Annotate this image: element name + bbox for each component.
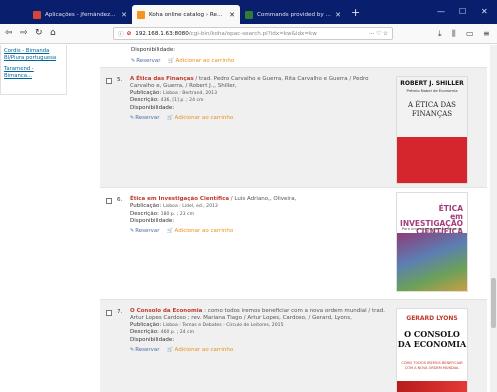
browser-nav-bar: ⇦ ⇨ ↻ ⌂ ⓘ ⊘ 192.168.1.63:8080 /cgi-bin/k… bbox=[0, 24, 497, 44]
maximize-icon[interactable]: ☐ bbox=[459, 7, 466, 16]
menu-icon[interactable]: ≡ bbox=[483, 29, 490, 38]
forward-icon[interactable]: ⇨ bbox=[20, 28, 28, 38]
reserve-icon: ✎ bbox=[130, 114, 135, 121]
record-checkbox[interactable] bbox=[106, 78, 112, 84]
minimize-icon[interactable]: — bbox=[437, 7, 445, 16]
book-cover[interactable]: GERARD LYONS O CONSOLO DA ECONOMIA COMO T… bbox=[396, 308, 468, 392]
new-tab-button[interactable]: + bbox=[351, 6, 360, 19]
cart-icon: 🛒 bbox=[168, 58, 175, 64]
page-content: Cordis - Bimanda Bl/Piura portuguesa Tar… bbox=[0, 45, 497, 392]
availability-label: Disponibilidade: bbox=[130, 337, 175, 344]
record-description: 180 p. ; 23 cm bbox=[160, 211, 195, 217]
gmail-icon bbox=[33, 10, 41, 19]
url-path: /cgi-bin/koha/opac-search.pl?idx=kw&idx=… bbox=[188, 30, 317, 37]
library-icon[interactable]: ⫼ bbox=[452, 29, 456, 39]
page-scrollbar[interactable] bbox=[490, 45, 497, 392]
availability-label: Disponibilidade: bbox=[131, 47, 176, 53]
facet-box: Cordis - Bimanda Bl/Piura portuguesa Tar… bbox=[0, 45, 67, 95]
result-record: 6. Ética em Investigação Científica / Lu… bbox=[100, 187, 487, 299]
record-responsibility: / Luis Adriano,, Oliveira, bbox=[229, 196, 297, 202]
page-actions-icon[interactable]: ··· ♡ ☆ bbox=[365, 31, 388, 37]
facet-link[interactable]: Bimanca... bbox=[4, 73, 63, 80]
reserve-icon: ✎ bbox=[130, 346, 135, 353]
close-icon[interactable]: ✕ bbox=[335, 11, 341, 19]
tab-title: Commands provided by the D... bbox=[257, 11, 332, 18]
add-to-cart-link[interactable]: 🛒Adicionar ao carrinho bbox=[167, 115, 233, 121]
cart-icon: 🛒 bbox=[167, 346, 174, 353]
record-description: 460 p. ; 24 cm bbox=[160, 330, 195, 336]
availability-label: Disponibilidade: bbox=[130, 105, 175, 112]
record-checkbox[interactable] bbox=[106, 310, 112, 316]
record-title-link[interactable]: Ética em Investigação Científica bbox=[130, 196, 229, 202]
browser-tab-bar: Aplicações - jfernández@iteuro... ✕ Koha… bbox=[0, 0, 497, 24]
availability-label: Disponibilidade: bbox=[130, 218, 175, 225]
reserve-link[interactable]: ✎Reservar bbox=[130, 228, 160, 234]
record-number: 6. bbox=[117, 197, 123, 203]
scrollbar-thumb[interactable] bbox=[491, 278, 496, 328]
reserve-icon: ✎ bbox=[130, 228, 135, 235]
close-window-icon[interactable]: ✕ bbox=[481, 7, 488, 16]
book-cover[interactable]: ROBERT J. SHILLER Prémio Nobel de Econom… bbox=[396, 76, 468, 184]
info-icon[interactable]: ⓘ bbox=[118, 30, 124, 38]
record-publication: Lisboa : Bertrand, 2013 bbox=[163, 90, 218, 96]
page-icon bbox=[245, 10, 253, 19]
url-bar[interactable]: ⓘ ⊘ 192.168.1.63:8080 /cgi-bin/koha/opac… bbox=[113, 27, 393, 40]
close-icon[interactable]: ✕ bbox=[121, 11, 127, 19]
record-actions: ✎Reservar 🛒Adicionar ao carrinho bbox=[130, 347, 392, 354]
record-number: 5. bbox=[117, 77, 123, 83]
cart-icon: 🛒 bbox=[167, 114, 174, 121]
tab-commands[interactable]: Commands provided by the D... ✕ bbox=[240, 5, 346, 24]
record-checkbox[interactable] bbox=[106, 198, 112, 204]
record-title-link[interactable]: A Ética das Finanças bbox=[130, 76, 194, 82]
cart-icon: 🛒 bbox=[167, 228, 174, 235]
sidebar-icon[interactable]: ▭ bbox=[466, 29, 474, 38]
result-record: 5. A Ética das Finanças / trad. Pedro Ca… bbox=[100, 67, 487, 187]
url-host: 192.168.1.63:8080 bbox=[135, 30, 189, 37]
facet-link[interactable]: Taramend - bbox=[4, 66, 63, 73]
record-actions: ✎Reservar 🛒Adicionar ao carrinho bbox=[131, 58, 234, 64]
book-cover[interactable]: ÉTICA em INVESTIGAÇÃO CIENTÍFICA Para uma … bbox=[396, 192, 468, 292]
record-description: 436, [1] p. ; 24 cm bbox=[160, 98, 204, 104]
tab-title: Koha online catalog › Resultados... bbox=[149, 11, 225, 18]
close-icon[interactable]: ✕ bbox=[229, 11, 235, 19]
record-title-link[interactable]: O Consolo da Economia bbox=[130, 308, 202, 314]
record-publication: Lisboa : Lidel, ed., 2013 bbox=[163, 203, 218, 209]
tab-aplicacoes[interactable]: Aplicações - jfernández@iteuro... ✕ bbox=[28, 5, 132, 24]
back-icon[interactable]: ⇦ bbox=[5, 28, 13, 38]
add-to-cart-link[interactable]: 🛒Adicionar ao carrinho bbox=[168, 58, 234, 64]
tracking-blocked-icon[interactable]: ⊘ bbox=[127, 31, 132, 37]
reserve-link[interactable]: ✎Reservar bbox=[130, 347, 160, 353]
tab-title: Aplicações - jfernández@iteuro... bbox=[45, 11, 118, 18]
record-publication: Lisboa : Temas e Debates - Círculo de Le… bbox=[163, 322, 284, 328]
record-actions: ✎Reservar 🛒Adicionar ao carrinho bbox=[130, 115, 392, 122]
reload-icon[interactable]: ↻ bbox=[35, 28, 43, 38]
tab-koha-results[interactable]: Koha online catalog › Resultados... ✕ bbox=[132, 5, 240, 24]
record-actions: ✎Reservar 🛒Adicionar ao carrinho bbox=[130, 228, 392, 235]
download-icon[interactable]: ⤓ bbox=[438, 29, 442, 39]
facet-link[interactable]: Cordis - Bimanda bbox=[4, 48, 63, 55]
add-to-cart-link[interactable]: 🛒Adicionar ao carrinho bbox=[167, 347, 233, 353]
reserve-link[interactable]: ✎Reservar bbox=[131, 58, 161, 64]
add-to-cart-link[interactable]: 🛒Adicionar ao carrinho bbox=[167, 228, 233, 234]
reserve-link[interactable]: ✎Reservar bbox=[130, 115, 160, 121]
koha-icon bbox=[137, 10, 145, 19]
result-record: 7. O Consolo da Economia : como todos ir… bbox=[100, 299, 487, 392]
facet-link[interactable]: Bl/Piura portuguesa bbox=[4, 55, 63, 62]
reserve-icon: ✎ bbox=[131, 58, 136, 64]
record-number: 7. bbox=[117, 309, 123, 315]
home-icon[interactable]: ⌂ bbox=[50, 28, 56, 38]
